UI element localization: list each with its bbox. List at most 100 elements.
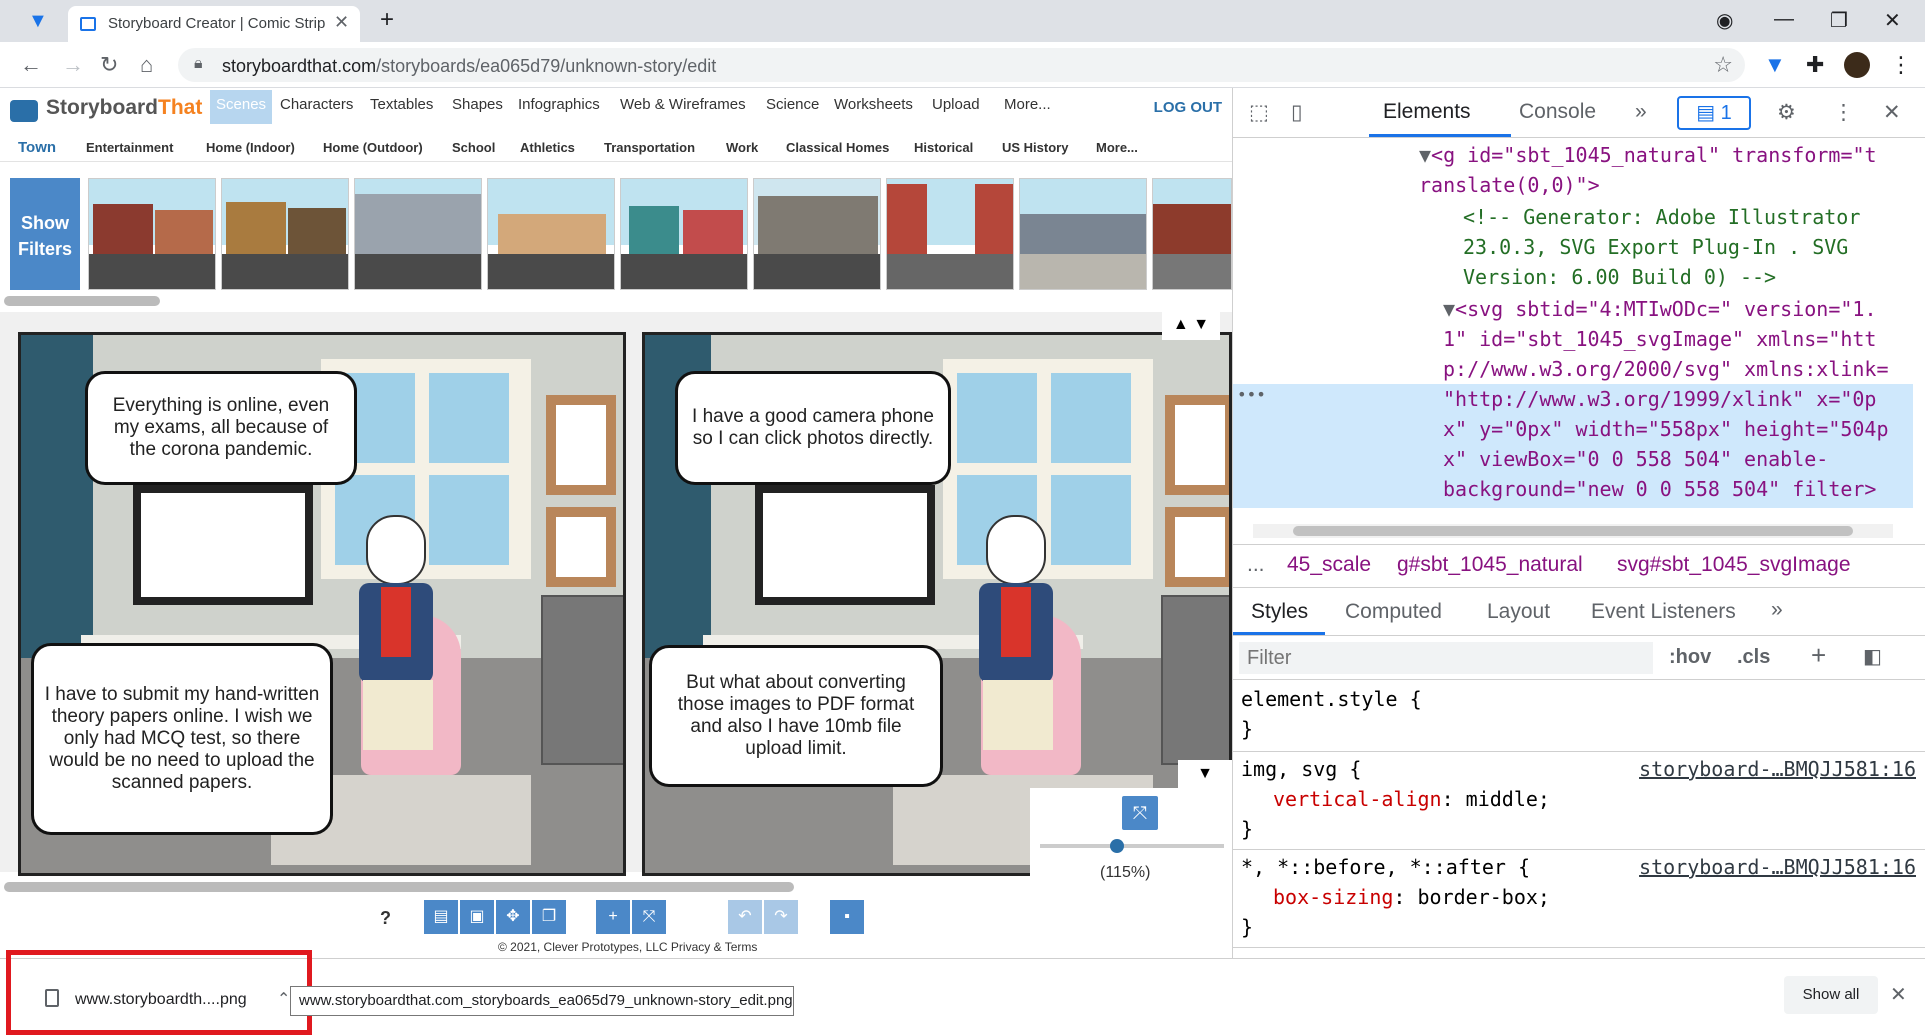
move-icon[interactable]: ✥ [496, 900, 530, 934]
css-value[interactable]: border-box; [1418, 885, 1550, 909]
scene-thumbnail[interactable] [88, 178, 216, 290]
image-icon[interactable]: ▣ [460, 900, 494, 934]
category-town[interactable]: Town [18, 139, 56, 156]
extension-icon[interactable]: ▼ [1764, 52, 1786, 78]
category-more[interactable]: More... [1096, 140, 1138, 155]
browser-tab[interactable]: Storyboard Creator | Comic Strip ✕ [68, 6, 360, 42]
home-icon[interactable]: ⌂ [140, 52, 153, 78]
scene-scrollbar[interactable] [4, 296, 160, 306]
omnibox[interactable]: 🔒︎ storyboardthat.com/storyboards/ea065d… [178, 48, 1745, 82]
nav-worksheets[interactable]: Worksheets [834, 96, 913, 113]
nav-textables[interactable]: Textables [370, 96, 433, 113]
rule-source-link[interactable]: storyboard-…BMQJJ581:16 [1639, 754, 1916, 784]
tab-search-icon[interactable]: ◉ [1716, 8, 1733, 33]
zoom-slider[interactable] [1040, 844, 1224, 848]
nav-scenes[interactable]: Scenes [210, 90, 273, 124]
category-entertainment[interactable]: Entertainment [86, 140, 173, 155]
bookmark-star-icon[interactable]: ☆ [1713, 52, 1733, 78]
new-tab-button[interactable]: + [380, 6, 394, 34]
expand-icon[interactable]: ⤧ [632, 900, 666, 934]
hover-state-toggle[interactable]: :hov [1669, 646, 1711, 669]
brand-logo[interactable]: StoryboardThat [46, 96, 202, 120]
logout-link[interactable]: LOG OUT [1154, 99, 1222, 116]
scene-thumbnail[interactable] [487, 178, 615, 290]
show-filters-button[interactable]: Show Filters [10, 178, 80, 290]
code-line[interactable]: <!-- Generator: Adobe Illustrator [1463, 202, 1860, 232]
code-line[interactable]: 1" id="sbt_1045_svgImage" xmlns="htt [1443, 324, 1876, 354]
reload-icon[interactable]: ↻ [100, 52, 118, 78]
code-horizontal-scrollbar[interactable] [1253, 524, 1893, 538]
more-tabs-icon[interactable]: » [1635, 100, 1647, 124]
nav-shapes[interactable]: Shapes [452, 96, 503, 113]
close-shelf-icon[interactable]: ✕ [1890, 982, 1907, 1007]
lock-icon[interactable]: 🔒︎ [194, 55, 203, 73]
category-school[interactable]: School [452, 140, 495, 155]
code-line[interactable]: background="new 0 0 558 504" filter> [1443, 474, 1876, 504]
minimize-button[interactable]: — [1774, 8, 1794, 31]
inspect-icon[interactable]: ⬚ [1249, 100, 1269, 125]
show-all-button[interactable]: Show all [1784, 976, 1878, 1014]
add-icon[interactable]: + [596, 900, 630, 934]
undo-icon[interactable]: ↶ [728, 900, 762, 934]
styles-filter-input[interactable] [1239, 642, 1653, 674]
rule-source-link[interactable]: storyboard-…BMQJJ581:16 [1639, 852, 1916, 882]
devtools-menu-icon[interactable]: ⋮ [1833, 100, 1854, 125]
category-home-indoor[interactable]: Home (Indoor) [206, 140, 295, 155]
tab-console[interactable]: Console [1519, 100, 1596, 124]
breadcrumb-item[interactable]: 45_scale [1287, 553, 1371, 577]
code-line[interactable]: x" y="0px" width="558px" height="504p [1443, 414, 1889, 444]
copy-icon[interactable]: ❐ [532, 900, 566, 934]
category-transportation[interactable]: Transportation [604, 140, 695, 155]
speech-bubble[interactable]: I have a good camera phone so I can clic… [675, 371, 951, 485]
category-historical[interactable]: Historical [914, 140, 973, 155]
nav-science[interactable]: Science [766, 96, 819, 113]
scroll-down-icon[interactable]: ▼ [1178, 760, 1232, 788]
speech-bubble[interactable]: Everything is online, even my exams, all… [85, 371, 357, 485]
category-us-history[interactable]: US History [1002, 140, 1068, 155]
nav-web-wireframes[interactable]: Web & Wireframes [620, 96, 746, 113]
code-line[interactable]: p://www.w3.org/2000/svg" xmlns:xlink= [1443, 354, 1889, 384]
css-value[interactable]: middle; [1466, 787, 1550, 811]
code-line[interactable]: x" viewBox="0 0 558 504" enable- [1443, 444, 1828, 474]
scene-thumbnail[interactable] [1152, 178, 1232, 290]
browser-profile-icon[interactable]: ▼ [28, 10, 48, 33]
scene-thumbnail[interactable] [886, 178, 1014, 290]
arrow-down-icon[interactable]: ▼ [1193, 316, 1209, 333]
category-home-outdoor[interactable]: Home (Outdoor) [323, 140, 423, 155]
close-window-button[interactable]: ✕ [1884, 8, 1901, 33]
scene-thumbnail[interactable] [620, 178, 748, 290]
arrow-up-icon[interactable]: ▲ [1173, 316, 1189, 333]
code-line[interactable]: "http://www.w3.org/1999/xlink" x="0p [1443, 384, 1876, 414]
layout-icon[interactable]: ▤ [424, 900, 458, 934]
breadcrumb-item[interactable]: g#sbt_1045_natural [1397, 553, 1583, 577]
download-item[interactable]: www.storyboardth....png ⌃ [6, 950, 312, 1035]
nav-more[interactable]: More... [1004, 96, 1051, 113]
storyboard-cell-1[interactable]: Everything is online, even my exams, all… [18, 332, 626, 876]
tab-close-icon[interactable]: ✕ [334, 12, 349, 33]
device-toggle-icon[interactable]: ▯ [1291, 100, 1303, 125]
save-icon[interactable]: ▪ [830, 900, 864, 934]
sidebar-toggle-icon[interactable]: ◧ [1863, 644, 1882, 669]
avatar[interactable] [1844, 52, 1870, 78]
class-toggle[interactable]: .cls [1737, 646, 1770, 669]
css-rule[interactable]: *, *::before, *::after { box-sizing: bor… [1233, 852, 1925, 948]
more-tabs-icon[interactable]: » [1771, 598, 1783, 622]
tab-styles[interactable]: Styles [1251, 600, 1308, 624]
speech-bubble[interactable]: I have to submit my hand-written theory … [31, 643, 333, 835]
zoom-slider-thumb[interactable] [1110, 839, 1124, 853]
help-button[interactable]: ? [380, 908, 391, 929]
breadcrumb-item[interactable]: ... [1247, 553, 1265, 577]
node-ellipsis-icon[interactable]: ••• [1237, 380, 1266, 410]
css-property[interactable]: box-sizing [1273, 885, 1393, 909]
restore-button[interactable]: ❐ [1830, 8, 1848, 33]
code-line[interactable]: ▼<g id="sbt_1045_natural" transform="t [1419, 140, 1877, 170]
speech-bubble[interactable]: But what about converting those images t… [649, 645, 943, 787]
canvas-scrollbar[interactable] [4, 882, 794, 892]
css-rule[interactable]: img, svg { vertical-align: middle; } sto… [1233, 754, 1925, 850]
scene-thumbnail[interactable] [354, 178, 482, 290]
code-line[interactable]: Version: 6.00 Build 0) --> [1463, 262, 1776, 292]
scene-thumbnail[interactable] [221, 178, 349, 290]
chevron-up-icon[interactable]: ⌃ [277, 989, 290, 1009]
forward-icon[interactable]: → [62, 52, 84, 78]
puzzle-icon[interactable]: ✚ [1806, 52, 1824, 78]
